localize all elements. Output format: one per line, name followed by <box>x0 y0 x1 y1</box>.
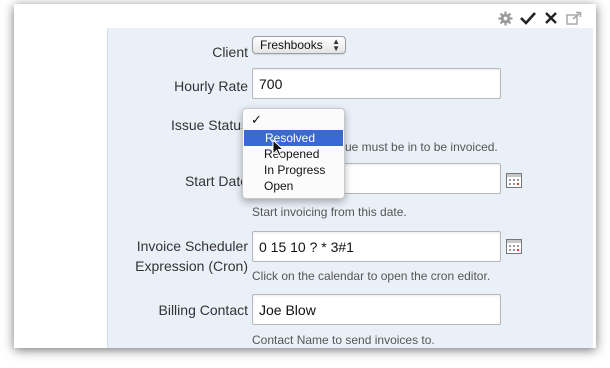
check-icon[interactable] <box>520 10 536 26</box>
cron-help: Click on the calendar to open the cron e… <box>252 269 491 283</box>
toolbar <box>497 10 582 26</box>
cron-expression-input[interactable] <box>252 231 501 262</box>
dropdown-checkmark[interactable]: ✓ <box>243 112 344 128</box>
dialog-window: Client Freshbooks ▲▼ Hourly Rate Issue S… <box>14 4 596 348</box>
client-select-value: Freshbooks <box>260 38 323 52</box>
popout-icon[interactable] <box>566 10 582 26</box>
cron-calendar-icon[interactable] <box>506 238 522 254</box>
hourly-rate-label: Hourly Rate <box>174 78 248 94</box>
select-arrows-icon: ▲ ▼ <box>332 37 340 53</box>
calendar-icon[interactable] <box>506 172 522 188</box>
issue-status-dropdown[interactable]: ✓ Resolved Reopened In Progress Open <box>242 108 345 199</box>
billing-contact-label: Billing Contact <box>158 302 249 318</box>
start-date-help: Start invoicing from this date. <box>252 205 407 219</box>
client-label: Client <box>212 44 248 60</box>
form-panel: Client Freshbooks ▲▼ Hourly Rate Issue S… <box>107 28 593 348</box>
option-resolved[interactable]: Resolved <box>244 130 343 146</box>
issue-status-label: Issue Status <box>170 117 248 133</box>
gear-icon[interactable] <box>497 10 513 26</box>
issue-status-help: ue must be in to be invoiced. <box>345 140 498 154</box>
close-icon[interactable] <box>543 10 559 26</box>
option-open[interactable]: Open <box>243 178 344 194</box>
hourly-rate-input[interactable] <box>252 68 501 99</box>
cron-label: Invoice Scheduler Expression (Cron) <box>135 236 248 276</box>
option-in-progress[interactable]: In Progress <box>243 162 344 178</box>
cron-label-line-2: Expression (Cron) <box>135 258 248 274</box>
client-select[interactable]: Freshbooks ▲ ▼ <box>252 36 346 54</box>
cron-label-line-1: Invoice Scheduler <box>136 238 248 254</box>
mouse-cursor-icon <box>272 138 286 157</box>
start-date-label: Start Date <box>184 173 248 189</box>
option-reopened[interactable]: Reopened <box>243 146 344 162</box>
billing-contact-help: Contact Name to send invoices to. <box>252 333 435 347</box>
billing-contact-input[interactable] <box>252 294 501 325</box>
